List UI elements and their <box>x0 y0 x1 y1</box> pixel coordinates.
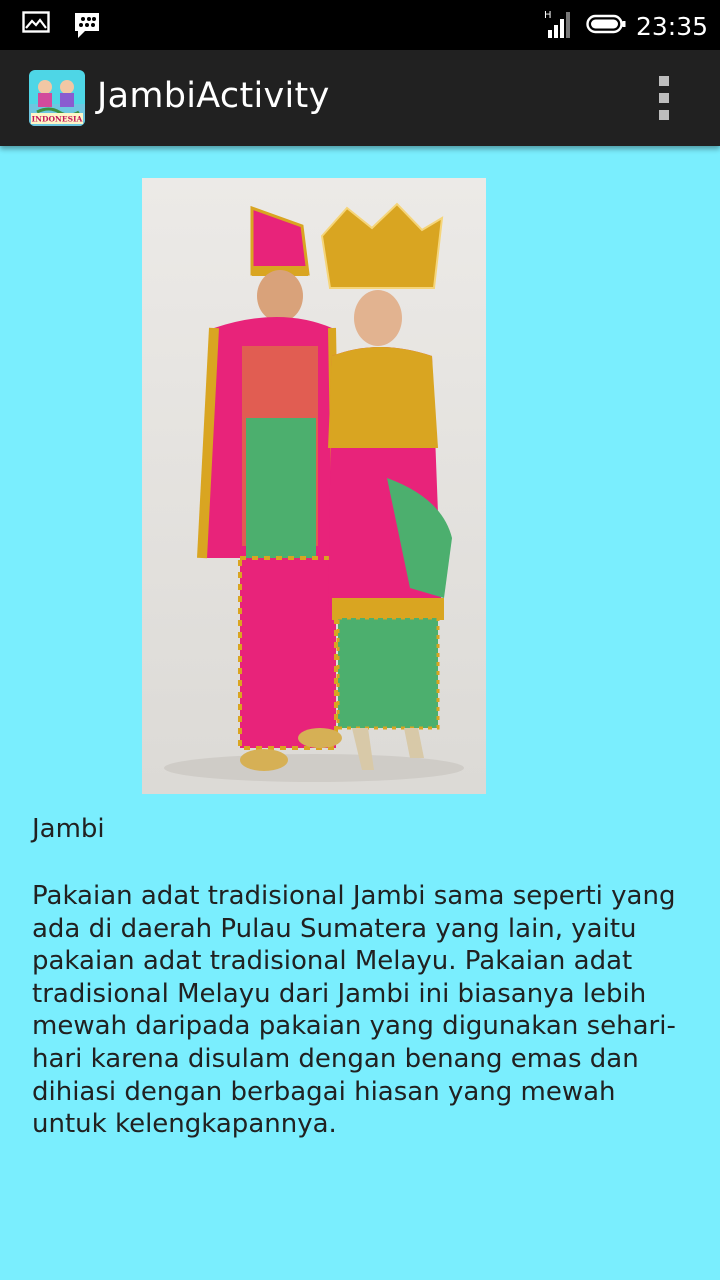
female-figure <box>320 202 452 770</box>
signal-icon: H <box>544 8 576 44</box>
region-description: Pakaian adat tradisional Jambi sama sepe… <box>32 881 676 1140</box>
overflow-menu-button[interactable] <box>640 72 688 124</box>
overflow-dot <box>659 93 669 103</box>
gallery-icon <box>22 10 50 44</box>
region-heading: Jambi <box>32 814 105 844</box>
app-title: JambiActivity <box>97 76 330 116</box>
overflow-dot <box>659 76 669 86</box>
battery-icon <box>586 14 626 38</box>
content-area: Jambi Pakaian adat tradisional Jambi sam… <box>0 146 720 1280</box>
bbm-icon <box>72 10 102 44</box>
network-label: H <box>544 10 552 21</box>
costume-photo <box>142 178 486 794</box>
status-bar: H 23:35 <box>0 0 720 50</box>
overflow-dot <box>659 110 669 120</box>
app-icon-text: INDONESIA <box>32 115 83 124</box>
app-bar: INDONESIA JambiActivity <box>0 50 720 146</box>
clock: 23:35 <box>635 11 708 41</box>
app-logo-icon[interactable]: INDONESIA <box>29 70 85 126</box>
